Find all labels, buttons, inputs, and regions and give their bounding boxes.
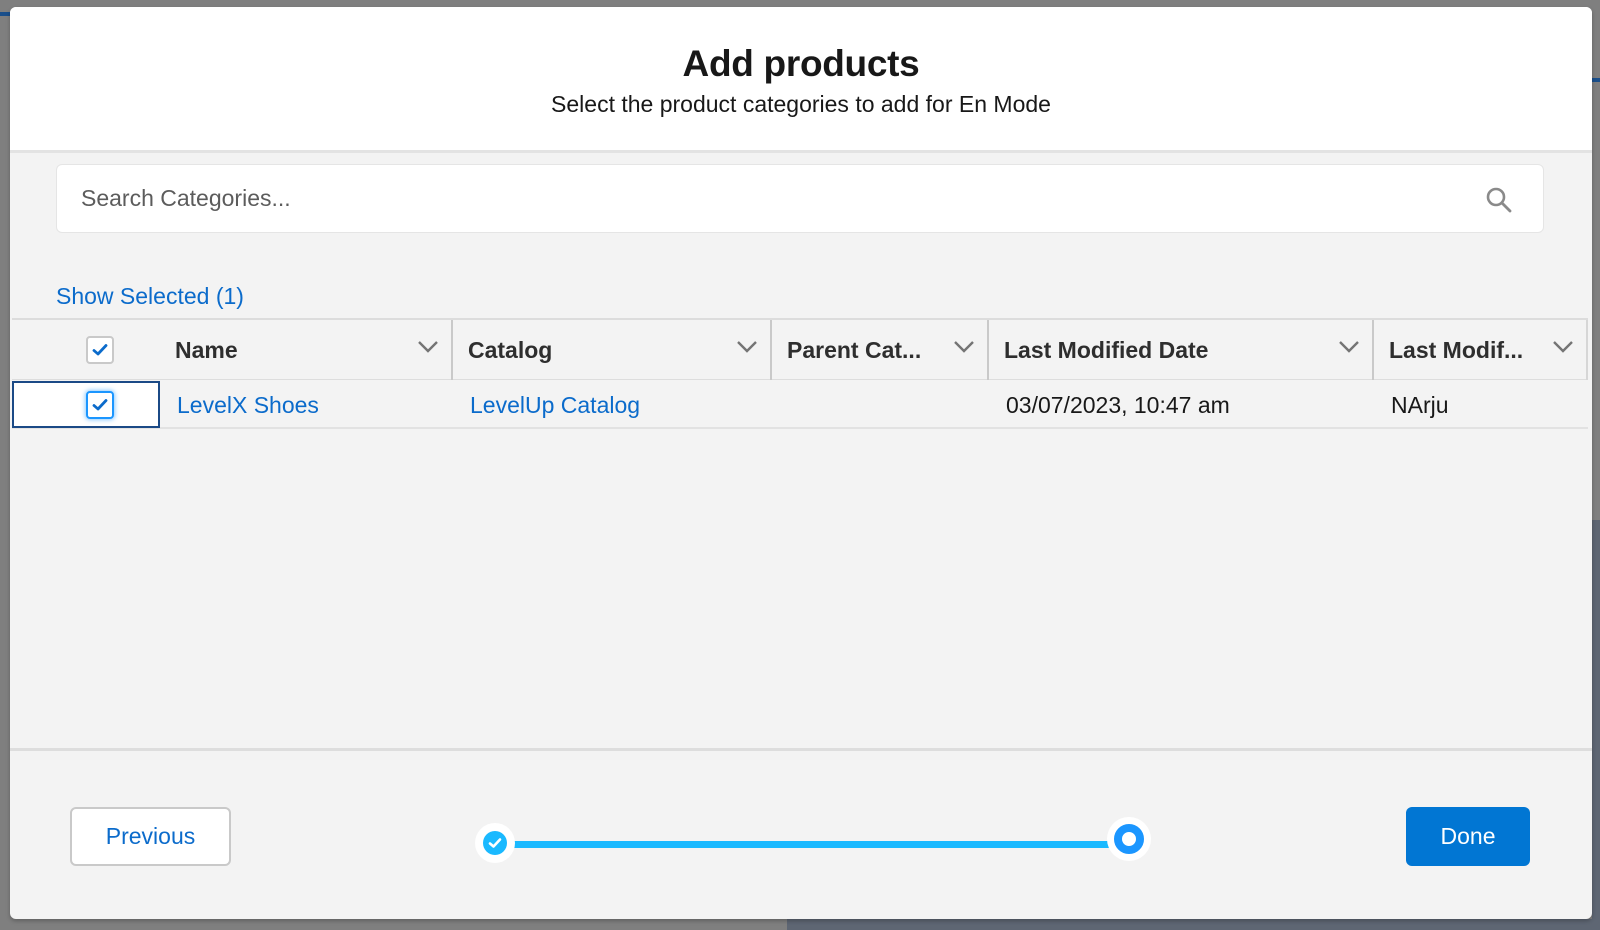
last-modified-date-value: 03/07/2023, 10:47 am xyxy=(1006,391,1230,418)
previous-button[interactable]: Previous xyxy=(70,807,231,866)
chevron-down-icon[interactable] xyxy=(1552,340,1574,354)
column-label: Last Modified Date xyxy=(1004,336,1209,363)
step-current-icon xyxy=(1114,824,1144,854)
progress-step-completed[interactable] xyxy=(475,823,515,863)
modal-subtitle: Select the product categories to add for… xyxy=(551,91,1051,117)
chevron-down-icon[interactable] xyxy=(736,340,758,354)
footer-divider xyxy=(10,748,1592,751)
search-icon[interactable] xyxy=(1485,186,1513,214)
chevron-down-icon[interactable] xyxy=(953,340,975,354)
column-header-catalog[interactable]: Catalog xyxy=(451,320,770,380)
column-label: Last Modif... xyxy=(1389,336,1524,363)
categories-table: Name Catalog Parent Cat... Last Modified… xyxy=(12,318,1588,438)
checkmark-icon xyxy=(92,399,108,411)
search-categories-input[interactable] xyxy=(57,165,1543,232)
progress-bar xyxy=(495,841,1120,848)
step-complete-icon xyxy=(483,831,507,855)
cell-name: LevelX Shoes xyxy=(160,381,451,429)
backdrop-region xyxy=(1592,520,1600,930)
modal-title: Add products xyxy=(682,43,920,84)
column-header-last-modified-by[interactable]: Last Modif... xyxy=(1372,320,1588,380)
select-all-header xyxy=(12,320,160,380)
backdrop-accent xyxy=(0,12,10,16)
column-label: Parent Cat... xyxy=(787,336,922,363)
done-button[interactable]: Done xyxy=(1406,807,1530,866)
chevron-down-icon[interactable] xyxy=(417,340,439,354)
add-products-modal: Add products Select the product categori… xyxy=(10,7,1592,919)
category-name-link[interactable]: LevelX Shoes xyxy=(160,392,319,419)
cell-last-modified-by: NArju xyxy=(1374,381,1588,429)
row-select-cell[interactable] xyxy=(12,381,160,428)
chevron-down-icon[interactable] xyxy=(1338,340,1360,354)
search-box xyxy=(56,164,1544,233)
table-header: Name Catalog Parent Cat... Last Modified… xyxy=(12,320,1588,380)
checkmark-icon xyxy=(92,344,108,356)
cell-parent-category xyxy=(772,381,987,429)
progress-step-current[interactable] xyxy=(1107,817,1151,861)
column-header-name[interactable]: Name xyxy=(160,320,451,380)
column-label: Name xyxy=(175,336,238,363)
cell-catalog: LevelUp Catalog xyxy=(453,381,770,429)
backdrop-region xyxy=(787,919,1600,930)
modal-header: Add products Select the product categori… xyxy=(10,7,1592,153)
select-all-checkbox[interactable] xyxy=(86,336,114,364)
row-checkbox[interactable] xyxy=(86,391,114,419)
catalog-link[interactable]: LevelUp Catalog xyxy=(453,392,640,419)
cell-last-modified-date: 03/07/2023, 10:47 am xyxy=(989,381,1372,429)
column-label: Catalog xyxy=(468,336,553,363)
show-selected-link[interactable]: Show Selected (1) xyxy=(56,283,244,310)
column-header-parent-category[interactable]: Parent Cat... xyxy=(770,320,987,380)
table-row[interactable]: LevelX Shoes LevelUp Catalog 03/07/2023,… xyxy=(12,381,1588,429)
progress-indicator xyxy=(460,802,1160,882)
checkmark-icon xyxy=(488,838,502,848)
last-modified-by-value: NArju xyxy=(1391,391,1449,418)
backdrop-accent xyxy=(1592,78,1600,82)
column-header-last-modified-date[interactable]: Last Modified Date xyxy=(987,320,1372,380)
